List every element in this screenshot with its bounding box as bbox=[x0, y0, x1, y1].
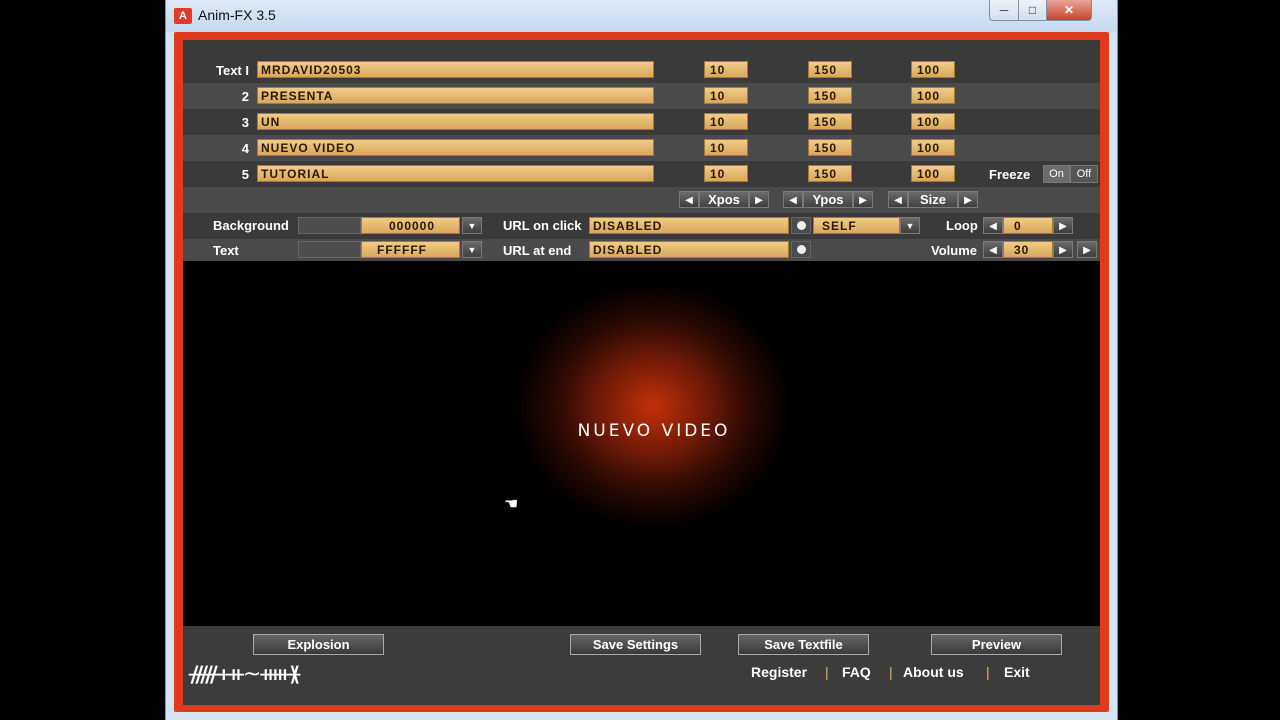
url-at-end-radio[interactable] bbox=[791, 241, 811, 258]
preview-button[interactable]: Preview bbox=[931, 634, 1062, 655]
row-label: 2 bbox=[241, 89, 249, 104]
volume-field[interactable]: 30 bbox=[1003, 241, 1053, 258]
row-label: Text I bbox=[216, 63, 249, 78]
text-row-3: 3 UN 10 150 100 bbox=[183, 109, 1100, 135]
url-on-click-label: URL on click bbox=[503, 218, 582, 233]
freeze-label: Freeze bbox=[989, 167, 1031, 182]
size-field-5[interactable]: 100 bbox=[911, 165, 955, 182]
app-content: Text I MRDAVID20503 10 150 100 2 PRESENT… bbox=[183, 40, 1100, 705]
text-field-1[interactable]: MRDAVID20503 bbox=[257, 61, 654, 78]
app-icon: A bbox=[174, 8, 192, 24]
stage-text: NUEVO VIDEO bbox=[577, 421, 731, 441]
text-row-2: 2 PRESENTA 10 150 100 bbox=[183, 83, 1100, 109]
hand-cursor-icon: ☚ bbox=[504, 496, 519, 513]
text-row-4: 4 NUEVO VIDEO 10 150 100 bbox=[183, 135, 1100, 161]
ypos-column-label: Ypos bbox=[803, 191, 853, 208]
xpos-field-1[interactable]: 10 bbox=[704, 61, 748, 78]
text-field-4[interactable]: NUEVO VIDEO bbox=[257, 139, 654, 156]
url-at-end-label: URL at end bbox=[503, 243, 572, 258]
ypos-field-2[interactable]: 150 bbox=[808, 87, 852, 104]
app-window: A Anim-FX 3.5 ─ □ ✕ Text I MRDAVID20503 … bbox=[165, 0, 1118, 720]
size-left-arrow-icon[interactable]: ◀ bbox=[888, 191, 908, 208]
text-color-swatch[interactable] bbox=[298, 241, 361, 258]
row-label: 3 bbox=[241, 115, 249, 130]
text-field-3[interactable]: UN bbox=[257, 113, 654, 130]
url-on-click-field[interactable]: DISABLED bbox=[589, 217, 789, 234]
register-link[interactable]: Register bbox=[751, 664, 807, 680]
background-label: Background bbox=[213, 218, 289, 233]
anim-fx-logo-icon: ᚏᚐᚑ~ᚔᚕ bbox=[189, 662, 300, 687]
maximize-button[interactable]: □ bbox=[1018, 0, 1047, 21]
explosion-button[interactable]: Explosion bbox=[253, 634, 384, 655]
preview-stage[interactable]: NUEVO VIDEO ☚ bbox=[183, 261, 1100, 626]
size-right-arrow-icon[interactable]: ▶ bbox=[958, 191, 978, 208]
settings-panel: Text I MRDAVID20503 10 150 100 2 PRESENT… bbox=[183, 40, 1100, 261]
ypos-field-5[interactable]: 150 bbox=[808, 165, 852, 182]
url-target-field[interactable]: SELF bbox=[813, 217, 900, 234]
text-field-5[interactable]: TUTORIAL bbox=[257, 165, 654, 182]
link-separator: | bbox=[825, 664, 829, 680]
loop-field[interactable]: 0 bbox=[1003, 217, 1053, 234]
text-field-2[interactable]: PRESENTA bbox=[257, 87, 654, 104]
loop-label: Loop bbox=[946, 218, 978, 233]
minimize-button[interactable]: ─ bbox=[989, 0, 1019, 21]
background-dropdown-icon[interactable]: ▼ bbox=[462, 217, 482, 234]
volume-play-icon[interactable]: ▶ bbox=[1077, 241, 1097, 258]
loop-left-arrow-icon[interactable]: ◀ bbox=[983, 217, 1003, 234]
volume-right-arrow-icon[interactable]: ▶ bbox=[1053, 241, 1073, 258]
freeze-on-toggle[interactable]: On bbox=[1043, 165, 1070, 183]
url-target-dropdown-icon[interactable]: ▼ bbox=[900, 217, 920, 234]
row-label: 4 bbox=[241, 141, 249, 156]
ypos-left-arrow-icon[interactable]: ◀ bbox=[783, 191, 803, 208]
text-color-dropdown-icon[interactable]: ▼ bbox=[462, 241, 482, 258]
size-field-1[interactable]: 100 bbox=[911, 61, 955, 78]
xpos-field-4[interactable]: 10 bbox=[704, 139, 748, 156]
save-settings-button[interactable]: Save Settings bbox=[570, 634, 701, 655]
app-frame: Text I MRDAVID20503 10 150 100 2 PRESENT… bbox=[174, 32, 1109, 712]
xpos-field-2[interactable]: 10 bbox=[704, 87, 748, 104]
xpos-right-arrow-icon[interactable]: ▶ bbox=[749, 191, 769, 208]
window-title: Anim-FX 3.5 bbox=[198, 7, 276, 23]
url-at-end-field[interactable]: DISABLED bbox=[589, 241, 789, 258]
volume-left-arrow-icon[interactable]: ◀ bbox=[983, 241, 1003, 258]
ypos-field-3[interactable]: 150 bbox=[808, 113, 852, 130]
exit-link[interactable]: Exit bbox=[1004, 664, 1030, 680]
size-field-2[interactable]: 100 bbox=[911, 87, 955, 104]
background-row: Background 000000 ▼ URL on click DISABLE… bbox=[183, 213, 1100, 239]
size-field-4[interactable]: 100 bbox=[911, 139, 955, 156]
loop-right-arrow-icon[interactable]: ▶ bbox=[1053, 217, 1073, 234]
text-row-1: Text I MRDAVID20503 10 150 100 bbox=[183, 57, 1100, 83]
text-color-field[interactable]: FFFFFF bbox=[361, 241, 460, 258]
ypos-right-arrow-icon[interactable]: ▶ bbox=[853, 191, 873, 208]
xpos-column-label: Xpos bbox=[699, 191, 749, 208]
freeze-off-toggle[interactable]: Off bbox=[1070, 165, 1098, 183]
title-bar[interactable]: A Anim-FX 3.5 ─ □ ✕ bbox=[166, 0, 1117, 32]
background-color-swatch[interactable] bbox=[298, 217, 361, 234]
xpos-field-5[interactable]: 10 bbox=[704, 165, 748, 182]
volume-label: Volume bbox=[931, 243, 977, 258]
row-label: 5 bbox=[241, 167, 249, 182]
size-field-3[interactable]: 100 bbox=[911, 113, 955, 130]
text-color-row: Text FFFFFF ▼ URL at end DISABLED Volume… bbox=[183, 239, 1100, 261]
link-separator: | bbox=[986, 664, 990, 680]
ypos-field-4[interactable]: 150 bbox=[808, 139, 852, 156]
column-controls: ◀ Xpos ▶ ◀ Ypos ▶ ◀ Size ▶ bbox=[183, 187, 1100, 213]
save-textfile-button[interactable]: Save Textfile bbox=[738, 634, 869, 655]
faq-link[interactable]: FAQ bbox=[842, 664, 871, 680]
xpos-field-3[interactable]: 10 bbox=[704, 113, 748, 130]
link-separator: | bbox=[889, 664, 893, 680]
background-color-field[interactable]: 000000 bbox=[361, 217, 460, 234]
text-color-label: Text bbox=[213, 243, 239, 258]
about-us-link[interactable]: About us bbox=[903, 664, 964, 680]
url-on-click-radio[interactable] bbox=[791, 217, 811, 234]
close-button[interactable]: ✕ bbox=[1046, 0, 1092, 21]
bottom-bar: Explosion Save Settings Save Textfile Pr… bbox=[183, 626, 1100, 705]
text-row-5: 5 TUTORIAL 10 150 100 Freeze On Off bbox=[183, 161, 1100, 187]
ypos-field-1[interactable]: 150 bbox=[808, 61, 852, 78]
xpos-left-arrow-icon[interactable]: ◀ bbox=[679, 191, 699, 208]
explosion-glow bbox=[513, 281, 793, 531]
size-column-label: Size bbox=[908, 191, 958, 208]
